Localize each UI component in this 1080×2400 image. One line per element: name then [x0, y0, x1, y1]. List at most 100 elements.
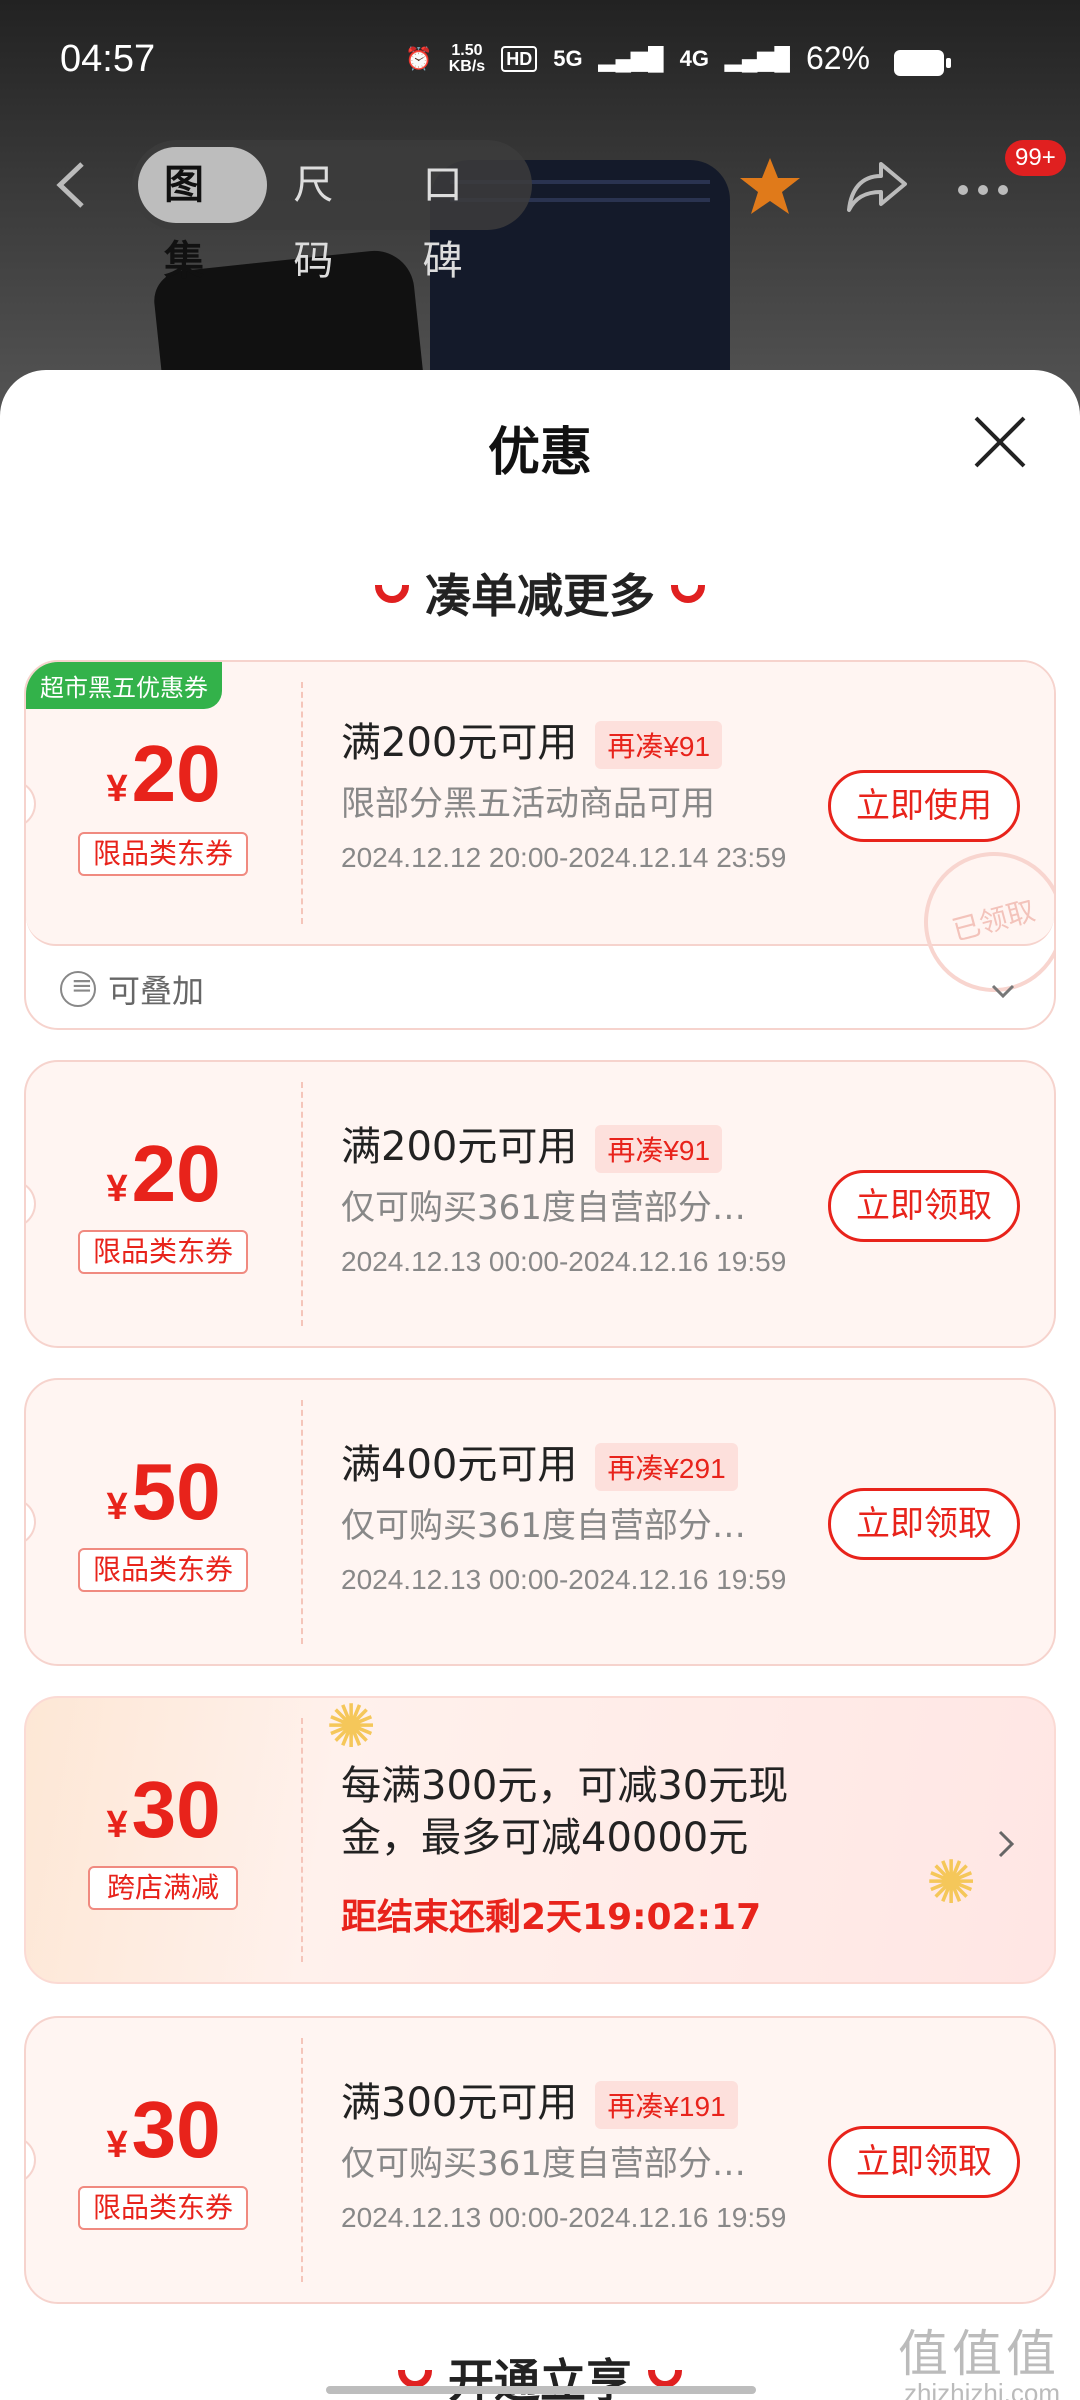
coupon-description: 仅可购买361度自营部分… — [341, 1506, 746, 1546]
coupon-amount: ¥20 — [26, 728, 301, 820]
coupon-corner-tag: 超市黑五优惠券 — [26, 662, 222, 709]
claim-now-button[interactable]: 立即领取 — [828, 1488, 1020, 1560]
alarm-icon: ⏰ — [405, 45, 433, 71]
stackable-label: 可叠加 — [108, 972, 205, 1010]
coupon-condition-text: 满200元可用 — [341, 720, 578, 766]
coupon-divider — [301, 2038, 303, 2282]
smile-icon-right — [671, 584, 705, 603]
battery-percent: 62% — [805, 40, 870, 76]
status-time: 04:57 — [60, 38, 156, 80]
watermark: 值值值 zhizhizhi.com — [898, 2326, 1060, 2400]
promo-description: 每满300元，可减30元现 金，最多可减40000元 — [341, 1760, 861, 1864]
coupon-type-label: 限品类东券 — [78, 1548, 248, 1592]
coupon-amount: ¥30 — [26, 1764, 301, 1856]
home-indicator[interactable] — [326, 2386, 756, 2394]
tab-size[interactable]: 尺码 — [267, 147, 396, 284]
coupon-date: 2024.12.13 00:00-2024.12.16 19:59 — [341, 2202, 787, 2233]
battery-icon — [894, 50, 951, 76]
sparkle-icon: ✺ — [926, 1848, 977, 1918]
coupon-more-tag: 再凑¥91 — [595, 1125, 723, 1173]
coupon-description: 限部分黑五活动商品可用 — [341, 784, 715, 824]
coupon-amount: ¥30 — [26, 2084, 301, 2176]
coupon-type-label: 限品类东券 — [78, 2186, 248, 2230]
watermark-logo-text: 值值值 — [898, 2326, 1060, 2382]
back-icon[interactable] — [52, 160, 92, 210]
promo-line-2: 金，最多可减40000元 — [341, 1815, 749, 1861]
sparkle-icon: ✺ — [326, 1696, 377, 1762]
coupon-more-tag: 再凑¥291 — [595, 1443, 738, 1491]
coupon-condition: 满300元可用 再凑¥191 — [341, 2070, 738, 2129]
coupon-description: 仅可购买361度自营部分… — [341, 2144, 746, 2184]
claimed-stamp: 已领取 — [908, 836, 1054, 1008]
more-icon[interactable] — [958, 180, 1018, 195]
net-speed: 1.50 KB/s — [448, 41, 486, 75]
stack-icon — [60, 971, 96, 1007]
coupon-amount: ¥20 — [26, 1128, 301, 1220]
coupon-condition-text: 满400元可用 — [341, 1442, 578, 1488]
coupon-amount: ¥50 — [26, 1446, 301, 1538]
coupon-divider — [301, 1082, 303, 1326]
tab-reviews[interactable]: 口碑 — [397, 147, 526, 284]
smile-icon-left — [398, 2369, 432, 2388]
coupon-condition: 满200元可用 再凑¥91 — [341, 1114, 723, 1173]
net-speed-unit: KB/s — [448, 57, 486, 75]
tab-gallery[interactable]: 图集 — [138, 147, 268, 284]
hd-icon: HD — [501, 45, 538, 72]
coupon-amount-value: 50 — [131, 1447, 221, 1536]
coupon-card: 超市黑五优惠券 ¥20 限品类东券 满200元可用 再凑¥91 限部分黑五活动商品… — [24, 660, 1056, 1030]
chevron-down-icon[interactable] — [990, 978, 1016, 1004]
coupon-date: 2024.12.13 00:00-2024.12.16 19:59 — [341, 1246, 787, 1277]
coupon-condition: 满200元可用 再凑¥91 — [341, 710, 723, 769]
coupon-divider — [301, 1400, 303, 1644]
watermark-url: zhizhizhi.com — [903, 2378, 1060, 2400]
currency-symbol: ¥ — [106, 768, 128, 810]
close-icon[interactable] — [972, 414, 1028, 470]
claim-now-button[interactable]: 立即领取 — [828, 1170, 1020, 1242]
signal-bars-icon: ▂▄▆█ — [598, 45, 664, 71]
coupon-amount-value: 20 — [131, 1129, 221, 1218]
currency-symbol: ¥ — [106, 1486, 128, 1528]
smile-icon-right — [648, 2369, 682, 2388]
coupon-condition-text: 满300元可用 — [341, 2080, 578, 2126]
stackable-row[interactable]: 可叠加 — [60, 966, 204, 1012]
coupon-amount-value: 20 — [131, 729, 221, 818]
net-speed-value: 1.50 — [451, 41, 483, 59]
notification-badge: 99+ — [1005, 140, 1066, 176]
section-title-text: 凑单减更多 — [425, 569, 655, 623]
coupon-divider — [301, 682, 303, 924]
coupon-date: 2024.12.13 00:00-2024.12.16 19:59 — [341, 1564, 787, 1595]
currency-symbol: ¥ — [106, 1804, 128, 1846]
signal-bars-icon-2: ▂▄▆█ — [724, 45, 790, 71]
promo-countdown: 距结束还剩2天19:02:17 — [341, 1897, 762, 1938]
coupon-card: ¥50 限品类东券 满400元可用 再凑¥291 仅可购买361度自营部分… 20… — [24, 1378, 1056, 1666]
coupon-date: 2024.12.12 20:00-2024.12.14 23:59 — [341, 842, 787, 873]
coupon-type-label: 限品类东券 — [78, 1230, 248, 1274]
cross-store-promo-card[interactable]: ✺ ✺ ¥30 跨店满减 每满300元，可减30元现 金，最多可减40000元 … — [24, 1696, 1056, 1984]
coupon-card-body: 超市黑五优惠券 ¥20 限品类东券 满200元可用 再凑¥91 限部分黑五活动商品… — [26, 662, 1054, 1008]
promo-line-1: 每满300元，可减30元现 — [341, 1763, 789, 1809]
coupon-type-label: 限品类东券 — [78, 832, 248, 876]
chevron-right-icon[interactable] — [994, 1826, 1018, 1862]
tab-group: 图集 尺码 口碑 — [132, 140, 532, 284]
favorite-star-icon[interactable] — [738, 154, 802, 218]
coupon-card: ¥20 限品类东券 满200元可用 再凑¥91 仅可购买361度自营部分… 202… — [24, 1060, 1056, 1348]
coupon-amount-value: 30 — [131, 1765, 221, 1854]
sheet-title: 优惠 — [487, 423, 592, 483]
currency-symbol: ¥ — [106, 1168, 128, 1210]
coupon-more-tag: 再凑¥191 — [595, 2081, 738, 2129]
smile-icon-left — [375, 584, 409, 603]
coupon-card: ¥30 限品类东券 满300元可用 再凑¥191 仅可购买361度自营部分… 20… — [24, 2016, 1056, 2304]
status-icons: ⏰ 1.50 KB/s HD 5G ▂▄▆█ 4G ▂▄▆█ 62% — [405, 40, 940, 77]
product-nav-bar: 图集 尺码 口碑 99+ — [0, 130, 1080, 284]
currency-symbol: ¥ — [106, 2124, 128, 2166]
share-icon[interactable] — [845, 158, 909, 214]
use-now-button[interactable]: 立即使用 — [828, 770, 1020, 842]
claim-now-button[interactable]: 立即领取 — [828, 2126, 1020, 2198]
coupon-amount-value: 30 — [131, 2085, 221, 2174]
coupon-type-label: 跨店满减 — [88, 1866, 238, 1910]
coupon-condition-text: 满200元可用 — [341, 1124, 578, 1170]
coupon-more-tag: 再凑¥91 — [595, 721, 723, 769]
section-title: 凑单减更多 — [0, 560, 1080, 626]
status-bar: 04:57 ⏰ 1.50 KB/s HD 5G ▂▄▆█ 4G ▂▄▆█ 62% — [0, 0, 1080, 120]
signal-4g-icon: 4G — [679, 45, 709, 71]
